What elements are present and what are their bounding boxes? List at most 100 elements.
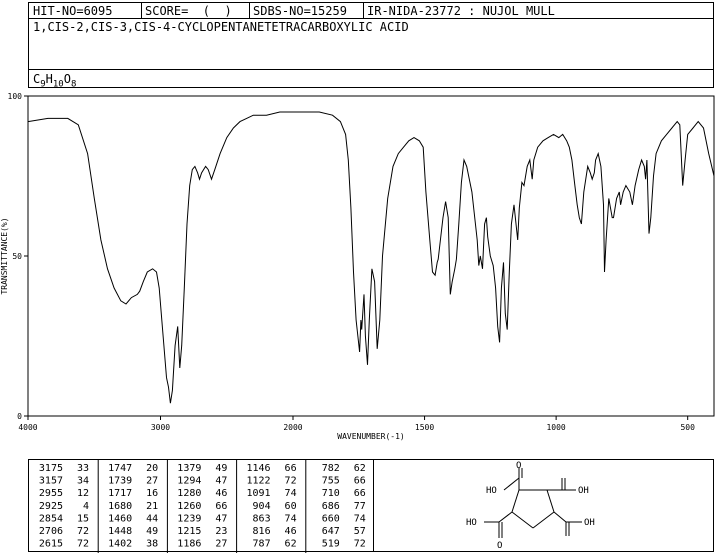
peak-transmittance: 33 xyxy=(77,463,89,474)
peak-wavenumber: 1146 xyxy=(247,463,271,474)
bond xyxy=(553,511,567,523)
peak-transmittance: 47 xyxy=(215,476,227,487)
x-tick-label: 1000 xyxy=(546,423,565,432)
peak-transmittance: 77 xyxy=(354,501,366,512)
peak-transmittance: 74 xyxy=(285,488,297,499)
peak-wavenumber: 3157 xyxy=(39,476,63,487)
peak-wavenumber: 2854 xyxy=(39,513,63,524)
peak-transmittance: 60 xyxy=(285,501,297,512)
y-axis-label: TRANSMITTANCE(%) xyxy=(0,217,9,294)
peak-wavenumber: 755 xyxy=(322,476,340,487)
peak-transmittance: 66 xyxy=(354,476,366,487)
peak-wavenumber: 1215 xyxy=(177,526,201,537)
peak-wavenumber: 519 xyxy=(322,539,340,550)
peak-transmittance: 23 xyxy=(215,526,227,537)
peak-wavenumber: 1280 xyxy=(177,488,201,499)
ring-bond xyxy=(546,489,555,513)
y-tick-label: 50 xyxy=(12,252,22,261)
peak-wavenumber: 647 xyxy=(322,526,340,537)
atom-ho-left: HO xyxy=(486,486,497,496)
peak-transmittance: 4 xyxy=(83,501,89,512)
peak-wavenumber: 2706 xyxy=(39,526,63,537)
header-bar: HIT-NO=6095 SCORE= ( ) SDBS-NO=15259 IR-… xyxy=(28,2,714,19)
peak-transmittance: 72 xyxy=(77,539,89,550)
peak-transmittance: 57 xyxy=(354,526,366,537)
compound-name-box: 1,CIS-2,CIS-3,CIS-4-CYCLOPENTANETETRACAR… xyxy=(28,18,714,70)
peak-transmittance: 72 xyxy=(285,476,297,487)
ring-bond xyxy=(532,511,555,529)
peak-transmittance: 46 xyxy=(215,488,227,499)
peak-transmittance: 62 xyxy=(285,539,297,550)
molecular-structure: O HO OH HO OH O xyxy=(466,461,595,551)
peak-transmittance: 47 xyxy=(215,513,227,524)
atom-o-top: O xyxy=(516,461,521,471)
peak-transmittance: 12 xyxy=(77,488,89,499)
x-tick-label: 3000 xyxy=(151,423,170,432)
x-axis-label: WAVENUMBER(-1) xyxy=(337,432,404,441)
peak-transmittance: 44 xyxy=(146,513,158,524)
bond xyxy=(498,511,513,523)
formula-box: C9H10O8 xyxy=(28,69,714,90)
plot-frame xyxy=(27,95,715,417)
peak-wavenumber: 1747 xyxy=(108,463,132,474)
structure-panel: O HO OH HO OH O xyxy=(373,459,714,552)
peak-table-grid: 3175 33 3157 34 2955 12 2925 4 2854 15 2706 72 2615 7… xyxy=(39,460,366,553)
x-tick-label: 4000 xyxy=(18,423,37,432)
peak-transmittance: 49 xyxy=(215,463,227,474)
sdbs-number: SDBS-NO=15259 xyxy=(253,4,347,18)
peak-wavenumber: 1239 xyxy=(177,513,201,524)
peak-transmittance: 72 xyxy=(354,539,366,550)
peak-wavenumber: 1379 xyxy=(177,463,201,474)
peak-wavenumber: 863 xyxy=(253,513,271,524)
peak-wavenumber: 904 xyxy=(253,501,271,512)
peak-transmittance: 74 xyxy=(285,513,297,524)
x-tick-label: 500 xyxy=(680,423,695,432)
peak-wavenumber: 1294 xyxy=(177,476,201,487)
peak-transmittance: 15 xyxy=(77,513,89,524)
peak-transmittance: 66 xyxy=(354,488,366,499)
peak-wavenumber: 2615 xyxy=(39,539,63,550)
peak-wavenumber: 1091 xyxy=(247,488,271,499)
peak-transmittance: 20 xyxy=(146,463,158,474)
atom-oh-right: OH xyxy=(578,486,589,496)
atom-oh-bottom: OH xyxy=(584,518,595,528)
peak-transmittance: 66 xyxy=(285,463,297,474)
peak-transmittance: 74 xyxy=(354,513,366,524)
ring-bond xyxy=(511,489,520,513)
peak-wavenumber: 816 xyxy=(253,526,271,537)
peak-wavenumber: 1448 xyxy=(108,526,132,537)
peak-transmittance: 21 xyxy=(146,501,158,512)
peak-table: 3175 33 3157 34 2955 12 2925 4 2854 15 2706 72 2615 7… xyxy=(28,459,374,553)
peak-transmittance: 34 xyxy=(77,476,89,487)
peak-transmittance: 27 xyxy=(146,476,158,487)
peak-wavenumber: 1402 xyxy=(108,539,132,550)
peak-wavenumber: 3175 xyxy=(39,463,63,474)
compound-name: 1,CIS-2,CIS-3,CIS-4-CYCLOPENTANETETRACAR… xyxy=(33,20,409,34)
atom-o-bottom: O xyxy=(497,541,502,551)
peak-transmittance: 66 xyxy=(215,501,227,512)
hit-number: HIT-NO=6095 xyxy=(33,4,113,18)
peak-wavenumber: 686 xyxy=(322,501,340,512)
ir-spectrum-chart: 0 50 100 4000 3000 2000 1500 1000 500 WAVENUMBE… xyxy=(0,92,715,441)
peak-transmittance: 38 xyxy=(146,539,158,550)
ring-bond xyxy=(511,511,534,529)
peak-transmittance: 16 xyxy=(146,488,158,499)
bond xyxy=(503,477,520,491)
peak-wavenumber: 710 xyxy=(322,488,340,499)
x-tick-label: 1500 xyxy=(415,423,434,432)
score: SCORE= ( ) xyxy=(145,4,232,18)
peak-wavenumber: 1680 xyxy=(108,501,132,512)
peak-wavenumber: 1186 xyxy=(177,539,201,550)
y-tick-label: 0 xyxy=(17,412,22,421)
peak-transmittance: 27 xyxy=(215,539,227,550)
x-tick-label: 2000 xyxy=(283,423,302,432)
peak-wavenumber: 1122 xyxy=(247,476,271,487)
peak-wavenumber: 1717 xyxy=(108,488,132,499)
atom-ho-bottom: HO xyxy=(466,518,477,528)
peak-wavenumber: 2925 xyxy=(39,501,63,512)
peak-wavenumber: 1460 xyxy=(108,513,132,524)
peak-transmittance: 46 xyxy=(285,526,297,537)
spectrum-line xyxy=(27,111,715,404)
y-tick-label: 100 xyxy=(8,92,23,101)
molecular-formula: C9H10O8 xyxy=(33,72,77,90)
